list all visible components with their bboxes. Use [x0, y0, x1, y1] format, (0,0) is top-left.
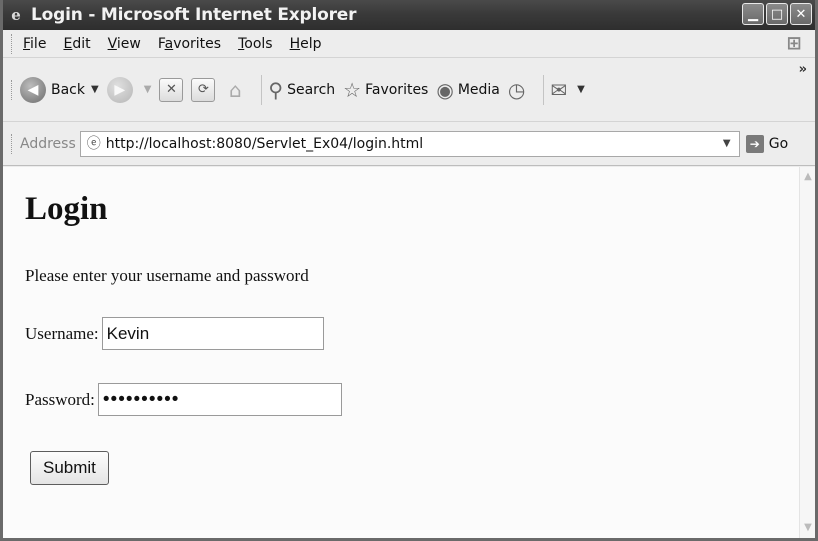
forward-button[interactable]: ▶ ▼ [106, 76, 152, 103]
scroll-up-icon[interactable]: ▲ [800, 169, 816, 185]
title-bar[interactable]: e Login - Microsoft Internet Explorer ▁ … [3, 0, 815, 30]
refresh-button[interactable]: ⟳ [191, 77, 216, 102]
history-icon: ◷ [507, 77, 526, 102]
submit-button[interactable]: Submit [30, 451, 109, 485]
search-button[interactable]: ⚲ Search [268, 80, 335, 100]
browser-window: e Login - Microsoft Internet Explorer ▁ … [0, 0, 818, 541]
menu-help-accel: H [289, 35, 301, 52]
mail-dropdown-icon[interactable]: ▼ [577, 84, 585, 95]
menu-view-accel: V [107, 35, 117, 52]
menu-edit[interactable]: Edit [60, 34, 93, 54]
standard-toolbar: ◀ Back ▼ ▶ ▼ ✕ ⟳ ⌂ ⚲ Search ☆ Favorites … [3, 58, 815, 122]
username-label: Username: [25, 323, 99, 343]
stop-icon: ✕ [159, 77, 184, 102]
mail-button[interactable]: ✉ ▼ [550, 80, 584, 100]
ie-icon: e [11, 6, 21, 24]
stop-button[interactable]: ✕ [159, 77, 184, 102]
close-button[interactable]: ✕ [790, 3, 812, 25]
toolbar-grip[interactable] [11, 79, 14, 100]
address-field[interactable]: ⓔ http://localhost:8080/Servlet_Ex04/log… [79, 130, 740, 157]
go-label: Go [768, 135, 789, 152]
menu-view[interactable]: View [105, 34, 144, 54]
scroll-down-icon[interactable]: ▼ [800, 520, 816, 536]
back-button[interactable]: ◀ Back ▼ [20, 76, 99, 103]
forward-arrow-icon: ▶ [106, 76, 133, 103]
maximize-icon: □ [770, 6, 784, 22]
back-arrow-icon: ◀ [20, 76, 46, 103]
back-label: Back [51, 81, 85, 98]
close-icon: ✕ [795, 6, 807, 22]
history-button[interactable]: ◷ [508, 80, 529, 100]
favorites-button[interactable]: ☆ Favorites [343, 80, 428, 100]
menu-favorites[interactable]: Favorites [155, 34, 224, 54]
forward-dropdown-icon[interactable]: ▼ [144, 84, 152, 95]
menu-tools[interactable]: Tools [235, 34, 276, 54]
go-arrow-icon: ➔ [745, 134, 764, 153]
page-icon: ⓔ [86, 135, 101, 152]
menu-edit-accel: E [63, 35, 73, 52]
go-button[interactable]: ➔ Go [745, 134, 789, 153]
media-label: Media [457, 81, 500, 98]
page-content: Login Please enter your username and pas… [3, 167, 815, 538]
search-label: Search [287, 81, 336, 98]
password-input[interactable] [97, 383, 342, 416]
password-row: Password: [25, 383, 342, 416]
menu-tools-label: ools [244, 35, 273, 52]
menu-file-label: ile [30, 35, 47, 52]
menu-bar: File Edit View Favorites Tools Help ⊞ [3, 30, 815, 58]
menu-help[interactable]: Help [287, 34, 325, 54]
toolbar-grip[interactable] [11, 33, 14, 54]
toolbar-divider [543, 74, 545, 105]
search-icon: ⚲ [268, 77, 284, 102]
favorites-star-icon: ☆ [343, 77, 362, 102]
windows-logo-icon: ⊞ [786, 33, 802, 54]
username-input[interactable] [101, 317, 324, 350]
maximize-button[interactable]: □ [766, 3, 788, 25]
username-row: Username: [25, 317, 324, 350]
address-dropdown-icon[interactable]: ▼ [717, 134, 737, 154]
window-title: Login - Microsoft Internet Explorer [31, 5, 357, 25]
refresh-icon: ⟳ [191, 77, 216, 102]
toolbar-divider [261, 74, 263, 105]
home-icon: ⌂ [229, 77, 242, 102]
address-bar: Address ⓔ http://localhost:8080/Servlet_… [3, 122, 815, 166]
address-label: Address [20, 135, 76, 152]
home-button[interactable]: ⌂ [223, 78, 247, 102]
menu-favorites-prefix: F [157, 35, 165, 52]
vertical-scrollbar[interactable]: ▲ ▼ [799, 167, 815, 538]
minimize-icon: ▁ [748, 6, 758, 22]
toolbar-overflow-button[interactable]: » [799, 62, 807, 77]
password-label: Password: [25, 389, 95, 409]
menu-favorites-label: vorites [173, 35, 222, 52]
toolbar-grip[interactable] [11, 133, 14, 154]
address-url[interactable]: http://localhost:8080/Servlet_Ex04/login… [106, 136, 423, 152]
menu-favorites-accel: a [164, 35, 174, 52]
instructions-text: Please enter your username and password [25, 266, 309, 285]
menu-file-accel: F [23, 35, 31, 52]
media-icon: ◉ [436, 77, 454, 102]
favorites-label: Favorites [365, 81, 429, 98]
media-button[interactable]: ◉ Media [436, 80, 500, 100]
menu-file[interactable]: File [20, 34, 49, 54]
menu-help-label: elp [300, 35, 322, 52]
menu-view-label: iew [116, 35, 141, 52]
minimize-button[interactable]: ▁ [742, 3, 764, 25]
menu-edit-label: dit [72, 35, 91, 52]
back-dropdown-icon[interactable]: ▼ [91, 84, 99, 95]
page-title: Login [25, 191, 108, 227]
mail-icon: ✉ [550, 77, 568, 102]
